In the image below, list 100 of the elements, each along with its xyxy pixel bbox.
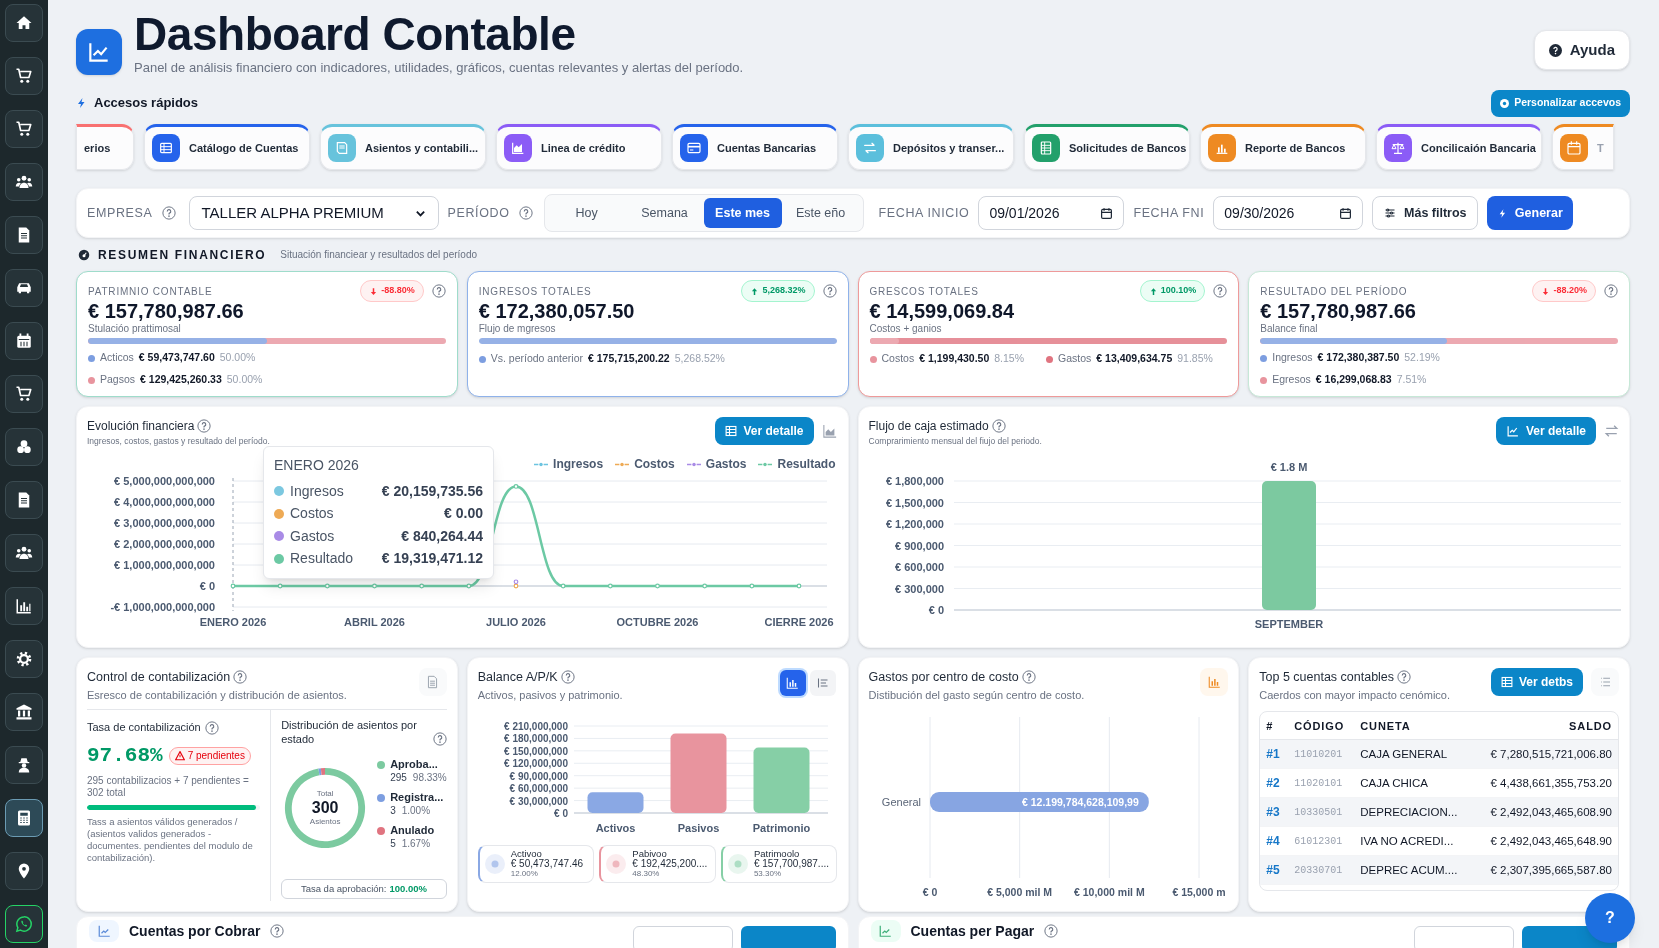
legend-count: 5 [390, 837, 396, 851]
metric-name: Gastos [1058, 351, 1092, 367]
nav-button[interactable] [5, 852, 43, 890]
metric-percent: 52.19% [1404, 350, 1440, 366]
axis-label: € 1,200,000 [885, 517, 944, 530]
kpi-caption: Flujo de mgresos [478, 323, 557, 335]
card-subtitle: Distibución del gasto según centro de costo. [868, 687, 1085, 703]
axis-label: OCTUBRE 2026 [616, 615, 699, 628]
metric-amount: € 59,473,747.60 [138, 350, 215, 366]
legend-label: Anulado [390, 824, 435, 838]
nav-button[interactable] [5, 587, 43, 625]
period-tab[interactable]: Hoy [547, 198, 626, 228]
nav-button[interactable] [5, 4, 43, 42]
card-title: Evolución financiera [87, 418, 195, 435]
axis-label: € 30,000,000 [509, 795, 568, 807]
shortcut-card[interactable]: Solicitudes de Bancos [1024, 124, 1190, 170]
company-select[interactable]: TALLER ALPHA PREMIUM [188, 196, 439, 230]
shortcut-card[interactable]: Cuentas Bancarias [672, 124, 838, 170]
pill-percent: 12.00% [510, 869, 539, 880]
period-tab[interactable]: Semana [625, 198, 704, 228]
more-filters-button[interactable]: Más filtros [1372, 196, 1479, 230]
home-icon [15, 14, 33, 32]
metric-title: Tasa de contabilización [87, 720, 201, 736]
change-percent: 100.10% [1160, 284, 1197, 298]
cart-icon [15, 120, 33, 138]
legend-count: 3 [390, 804, 396, 818]
date-field[interactable]: 09/30/2026 [1213, 196, 1364, 230]
help-icon [1021, 670, 1036, 685]
legend-percent: 98.33% [412, 771, 447, 785]
search-field[interactable] [1414, 926, 1514, 948]
help-button[interactable]: Ayuda [1533, 30, 1630, 70]
rank-cell-text: #3 [1266, 804, 1281, 822]
nav-button[interactable] [5, 799, 43, 837]
shortcut-card[interactable]: erios [76, 124, 134, 170]
kpi-label: RESULTADO DEL PERÍODO [1260, 284, 1408, 299]
view-detail-button[interactable]: Ver detbs [1490, 668, 1583, 696]
metric-name: Costos [881, 351, 915, 367]
help-icon [991, 419, 1006, 433]
card-title: Gastos por centro de costo [868, 669, 1019, 686]
card-subtitle: Caerdos con mayor impacto cenómico. [1259, 687, 1450, 703]
axis-label: € 0 [922, 886, 937, 899]
date-field[interactable]: 09/01/2026 [978, 196, 1125, 230]
customize-button[interactable]: Personalizar accevos [1491, 89, 1630, 117]
rank-cell-text: #4 [1266, 833, 1281, 851]
view-toggle[interactable] [809, 670, 836, 696]
pill-percent: 53.30% [753, 869, 783, 880]
nav-button[interactable] [5, 534, 43, 572]
card-subtitle: Ingresos, costos, gastos y resultado del período. [87, 435, 270, 448]
area-chart-icon[interactable] [821, 424, 838, 438]
nav-button[interactable] [5, 481, 43, 519]
legend-label: Aproba... [390, 758, 439, 772]
pill-amount: € 157,700,987.... [753, 859, 829, 870]
nav-button[interactable] [5, 905, 43, 943]
users-icon [15, 544, 33, 562]
legend-count: 295 [390, 771, 407, 785]
view-detail-button[interactable]: Ver detalle [715, 417, 814, 445]
shortcut-card[interactable]: Linea de crédito [496, 124, 662, 170]
card-title: Cuentas per Pagar [910, 923, 1035, 939]
account-cell-text: DEPREC ACUM.... [1360, 862, 1459, 878]
nav-button[interactable] [5, 375, 43, 413]
pill-amount: € 50,473,747.46 [510, 859, 584, 870]
search-field[interactable] [632, 926, 733, 948]
shortcut-card[interactable]: Depósitos y transer... [848, 124, 1014, 170]
shortcut-card[interactable]: Asientos y contabili... [320, 124, 486, 170]
nav-button[interactable] [5, 110, 43, 148]
balance-cell-text: € 2,492,043,465,648.90 [1489, 833, 1612, 849]
up-arrow-icon [750, 286, 760, 296]
balance-cell-text: € 2,307,395,665,587.80 [1489, 862, 1612, 878]
pill-name: Patrimoolo [753, 849, 800, 860]
nav-button[interactable] [5, 428, 43, 466]
metric-name: Pagsos [100, 372, 136, 388]
nav-button[interactable] [5, 163, 43, 201]
down-arrow-icon [369, 286, 379, 296]
nav-button[interactable] [5, 216, 43, 254]
kpi-value: € 172,380,057.50 [478, 299, 636, 323]
code-cell-text: 11010201 [1294, 747, 1344, 762]
nav-button[interactable] [5, 322, 43, 360]
card-title: Top 5 cuentas contables [1259, 669, 1395, 686]
kpi-value: € 14,599,069.84 [869, 299, 1016, 323]
metric-percent: 91.85% [1177, 351, 1213, 367]
nav-button[interactable] [5, 57, 43, 95]
column-header: CUNETA [1360, 718, 1412, 734]
nav-button[interactable] [5, 746, 43, 784]
nav-button[interactable] [5, 269, 43, 307]
nav-button[interactable] [5, 693, 43, 731]
shortcut-card[interactable]: Reporte de Bancos [1200, 124, 1366, 170]
period-tab[interactable]: Este mes [703, 198, 782, 228]
view-detail-button[interactable]: Ver detalle [1495, 417, 1596, 445]
view-toggle[interactable] [779, 670, 806, 696]
period-tab[interactable]: Este eño [781, 198, 860, 228]
warning-icon [174, 750, 185, 761]
generate-button[interactable]: Generar [1487, 196, 1574, 230]
gauge-icon [78, 248, 90, 261]
donut-caption: Total [316, 789, 334, 798]
nav-button[interactable] [5, 640, 43, 678]
calendar-icon [1339, 206, 1353, 220]
shortcut-card[interactable]: Concilicaión Bancaria [1376, 124, 1542, 170]
shortcut-card[interactable]: Catálogo de Cuentas [144, 124, 310, 170]
metric-name: Egresos [1272, 372, 1311, 388]
swap-arrows-icon[interactable] [1604, 424, 1619, 438]
